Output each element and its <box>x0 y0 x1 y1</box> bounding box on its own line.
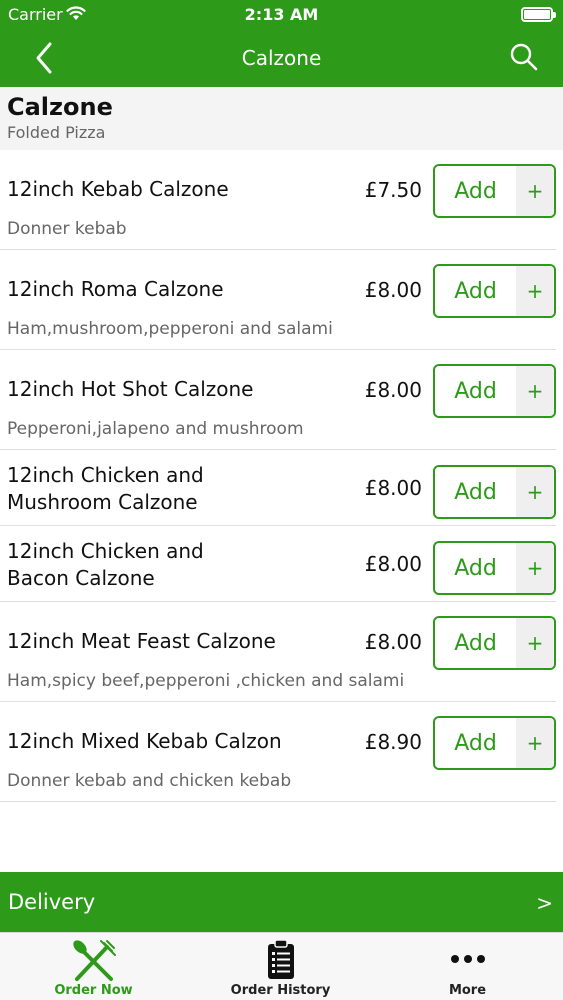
menu-item: 12inch Roma Calzone £8.00 Ham,mushroom,p… <box>0 250 556 350</box>
item-price: £8.00 <box>364 278 422 302</box>
add-label: Add <box>454 378 497 404</box>
tab-bar: Order Now Order History More <box>0 932 563 1000</box>
item-description: Ham,spicy beef,pepperoni ,chicken and sa… <box>7 671 405 691</box>
plus-icon: + <box>516 467 554 517</box>
category-header: Calzone Folded Pizza <box>0 87 563 150</box>
item-name: 12inch Chicken and Mushroom Calzone <box>7 462 204 516</box>
item-name-line: Bacon Calzone <box>7 566 155 590</box>
item-name: 12inch Hot Shot Calzone <box>7 377 254 401</box>
status-bar: Carrier 2:13 AM <box>0 0 563 30</box>
menu-item: 12inch Meat Feast Calzone £8.00 Ham,spic… <box>0 602 556 702</box>
status-time: 2:13 AM <box>244 5 319 24</box>
item-description: Pepperoni,jalapeno and mushroom <box>7 419 304 439</box>
tab-order-history[interactable]: Order History <box>187 933 374 1000</box>
clipboard-list-icon <box>266 939 296 985</box>
menu-item: 12inch Kebab Calzone £7.50 Donner kebab … <box>0 150 556 250</box>
item-price: £7.50 <box>364 178 422 202</box>
plus-icon: + <box>516 266 554 316</box>
tab-order-now[interactable]: Order Now <box>0 933 187 1000</box>
plus-icon: + <box>516 366 554 416</box>
tab-label: Order Now <box>54 983 133 998</box>
tab-more[interactable]: More <box>374 933 561 1000</box>
add-button[interactable]: Add + <box>433 616 556 670</box>
add-button[interactable]: Add + <box>433 465 556 519</box>
item-name: 12inch Chicken and Bacon Calzone <box>7 538 204 592</box>
plus-icon: + <box>516 618 554 668</box>
menu-item: 12inch Chicken and Mushroom Calzone £8.0… <box>0 450 556 526</box>
item-name: 12inch Mixed Kebab Calzon <box>7 729 282 753</box>
item-name-line: 12inch Chicken and <box>7 463 204 487</box>
add-button[interactable]: Add + <box>433 541 556 595</box>
fork-knife-icon <box>71 939 117 987</box>
item-description: Ham,mushroom,pepperoni and salami <box>7 319 333 339</box>
add-label: Add <box>454 555 497 581</box>
delivery-label: Delivery <box>8 890 96 914</box>
battery-icon <box>521 7 556 22</box>
menu-list: 12inch Kebab Calzone £7.50 Donner kebab … <box>0 150 563 802</box>
navigation-bar: Calzone <box>0 30 563 87</box>
menu-item: 12inch Mixed Kebab Calzon £8.90 Donner k… <box>0 702 556 802</box>
tab-label: Order History <box>230 983 331 998</box>
plus-icon: + <box>516 543 554 593</box>
page-title: Calzone <box>241 46 322 70</box>
add-label: Add <box>454 630 497 656</box>
menu-item: 12inch Chicken and Bacon Calzone £8.00 A… <box>0 526 556 602</box>
category-subtitle: Folded Pizza <box>7 123 106 142</box>
delivery-bar[interactable]: Delivery > <box>0 872 563 932</box>
item-description: Donner kebab <box>7 219 127 239</box>
menu-item: 12inch Hot Shot Calzone £8.00 Pepperoni,… <box>0 350 556 450</box>
item-price: £8.00 <box>364 378 422 402</box>
add-label: Add <box>454 278 497 304</box>
tab-label: More <box>448 983 487 998</box>
category-title: Calzone <box>7 93 113 121</box>
item-price: £8.90 <box>364 730 422 754</box>
add-label: Add <box>454 479 497 505</box>
add-label: Add <box>454 730 497 756</box>
item-price: £8.00 <box>364 476 422 500</box>
item-name-line: Mushroom Calzone <box>7 490 198 514</box>
add-button[interactable]: Add + <box>433 716 556 770</box>
add-label: Add <box>454 178 497 204</box>
search-icon[interactable] <box>509 42 539 72</box>
add-button[interactable]: Add + <box>433 364 556 418</box>
chevron-right-icon: > <box>536 891 553 915</box>
item-description: Donner kebab and chicken kebab <box>7 771 292 791</box>
item-name: 12inch Kebab Calzone <box>7 177 229 201</box>
item-price: £8.00 <box>364 630 422 654</box>
item-price: £8.00 <box>364 552 422 576</box>
item-name: 12inch Meat Feast Calzone <box>7 629 276 653</box>
item-name: 12inch Roma Calzone <box>7 277 224 301</box>
add-button[interactable]: Add + <box>433 264 556 318</box>
add-button[interactable]: Add + <box>433 164 556 218</box>
item-name-line: 12inch Chicken and <box>7 539 204 563</box>
more-dots-icon <box>450 949 486 968</box>
plus-icon: + <box>516 718 554 768</box>
plus-icon: + <box>516 166 554 216</box>
